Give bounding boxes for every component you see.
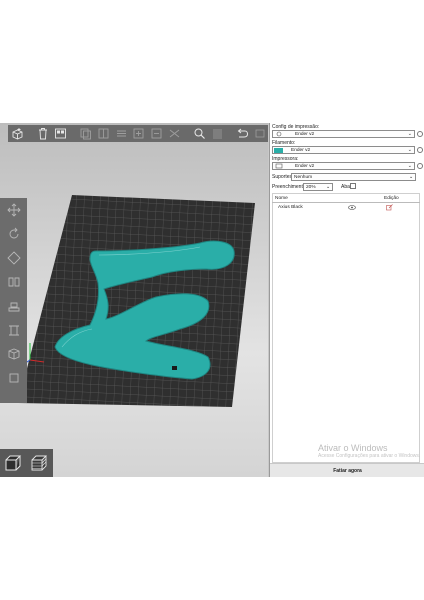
filament-select[interactable]: Ender v2 ⌄ <box>272 146 415 154</box>
mirror-tool[interactable] <box>0 270 27 294</box>
scale-tool[interactable] <box>0 246 27 270</box>
zoom-button[interactable] <box>192 126 208 141</box>
more-icon <box>255 129 265 138</box>
scale-icon <box>6 251 21 265</box>
add-model-button[interactable] <box>10 126 26 141</box>
top-toolbar <box>8 125 268 142</box>
model-list <box>272 193 420 463</box>
trash-icon <box>38 128 47 140</box>
decrease-copies-button[interactable] <box>149 126 165 141</box>
cut-icon <box>169 129 180 138</box>
filament-settings-icon[interactable] <box>417 147 423 153</box>
eye-icon[interactable] <box>348 205 356 210</box>
layers-icon <box>116 130 126 137</box>
printer-select[interactable]: Ender v2 ⌄ <box>272 162 415 170</box>
print-bed-scene <box>18 195 255 407</box>
supports-select[interactable]: Nenhum ⌄ <box>291 173 416 181</box>
view-mode-buttons <box>0 449 53 477</box>
support-icon <box>8 325 19 336</box>
split-icon <box>98 128 109 139</box>
rotate-tool[interactable] <box>0 222 27 246</box>
arrange-button[interactable] <box>53 126 69 141</box>
solid-cube-icon <box>5 455 22 471</box>
printer-settings-icon[interactable] <box>417 163 423 169</box>
gear-icon <box>276 131 282 137</box>
per-model-settings-tool[interactable] <box>0 342 27 366</box>
3d-viewport[interactable] <box>0 123 268 477</box>
slicer-window: Config de impressão: Ender v2 ⌄ Filament… <box>0 123 424 477</box>
infill-select[interactable]: 20% ⌄ <box>303 183 333 191</box>
more-tools-button[interactable] <box>252 126 268 141</box>
windows-activation-title: Ativar o Windows <box>318 443 388 453</box>
box-icon <box>9 373 18 383</box>
arrange-grid-icon <box>55 128 67 139</box>
move-tool[interactable] <box>0 198 27 222</box>
chevron-down-icon: ⌄ <box>407 147 412 153</box>
left-toolbar <box>0 198 27 403</box>
printer-value: Ender v2 <box>295 163 315 169</box>
copy-button[interactable] <box>78 126 94 141</box>
add-cube-icon <box>12 128 23 140</box>
magnifier-icon <box>194 128 205 139</box>
print-config-settings-icon[interactable] <box>417 131 423 137</box>
table-row[interactable]: Axius Black <box>272 203 420 211</box>
print-config-value: Ender v2 <box>295 131 315 137</box>
brim-checkbox[interactable] <box>350 183 356 189</box>
split-button[interactable] <box>95 126 111 141</box>
minus-box-icon <box>151 128 162 139</box>
windows-activation-subtitle: Acesse Configurações para ativar o Windo… <box>318 453 421 459</box>
layered-cube-icon <box>31 455 48 471</box>
column-name-header: Nome <box>275 196 288 201</box>
plus-box-icon <box>134 128 144 139</box>
settings-panel: Config de impressão: Ender v2 ⌄ Filament… <box>269 123 424 477</box>
increase-copies-button[interactable] <box>131 126 147 141</box>
slice-now-button[interactable]: Fatiar agora <box>270 463 424 477</box>
undo-arrow-icon <box>237 128 249 138</box>
delete-button[interactable] <box>35 126 51 141</box>
infill-label: Preenchimento: <box>272 184 308 190</box>
filament-value: Ender v2 <box>291 147 311 153</box>
chevron-down-icon: ⌄ <box>325 185 330 190</box>
undo-button[interactable] <box>234 126 250 141</box>
printer-icon <box>275 163 283 169</box>
infill-value: 20% <box>306 184 316 190</box>
chevron-down-icon: ⌄ <box>408 175 413 180</box>
model-table-header: Nome Edição <box>272 195 420 203</box>
layer-view-icon <box>212 129 222 139</box>
extra-tool[interactable] <box>0 366 27 390</box>
rotate-icon <box>9 227 18 239</box>
model-name: Axius Black <box>278 205 303 210</box>
chevron-down-icon: ⌄ <box>407 131 412 137</box>
print-bed <box>18 195 255 407</box>
layer-view-button[interactable] <box>209 126 225 141</box>
move-icon <box>6 203 21 217</box>
chevron-down-icon: ⌄ <box>407 163 412 169</box>
model-label-mark <box>172 366 177 370</box>
lay-flat-tool[interactable] <box>0 294 27 318</box>
column-edit-header: Edição <box>384 196 399 201</box>
supports-value: Nenhum <box>294 174 313 180</box>
cube-settings-icon <box>8 348 19 360</box>
support-tool[interactable] <box>0 318 27 342</box>
solid-view-button[interactable] <box>0 449 26 477</box>
layers-button[interactable] <box>113 126 129 141</box>
copy-icon <box>80 128 91 140</box>
layer-preview-button[interactable] <box>26 449 52 477</box>
edit-icon[interactable] <box>386 204 393 211</box>
print-config-select[interactable]: Ender v2 ⌄ <box>272 130 415 138</box>
cut-button[interactable] <box>167 126 183 141</box>
mirror-icon <box>8 277 19 287</box>
lay-flat-icon <box>8 302 19 312</box>
filament-color-swatch <box>274 147 283 153</box>
